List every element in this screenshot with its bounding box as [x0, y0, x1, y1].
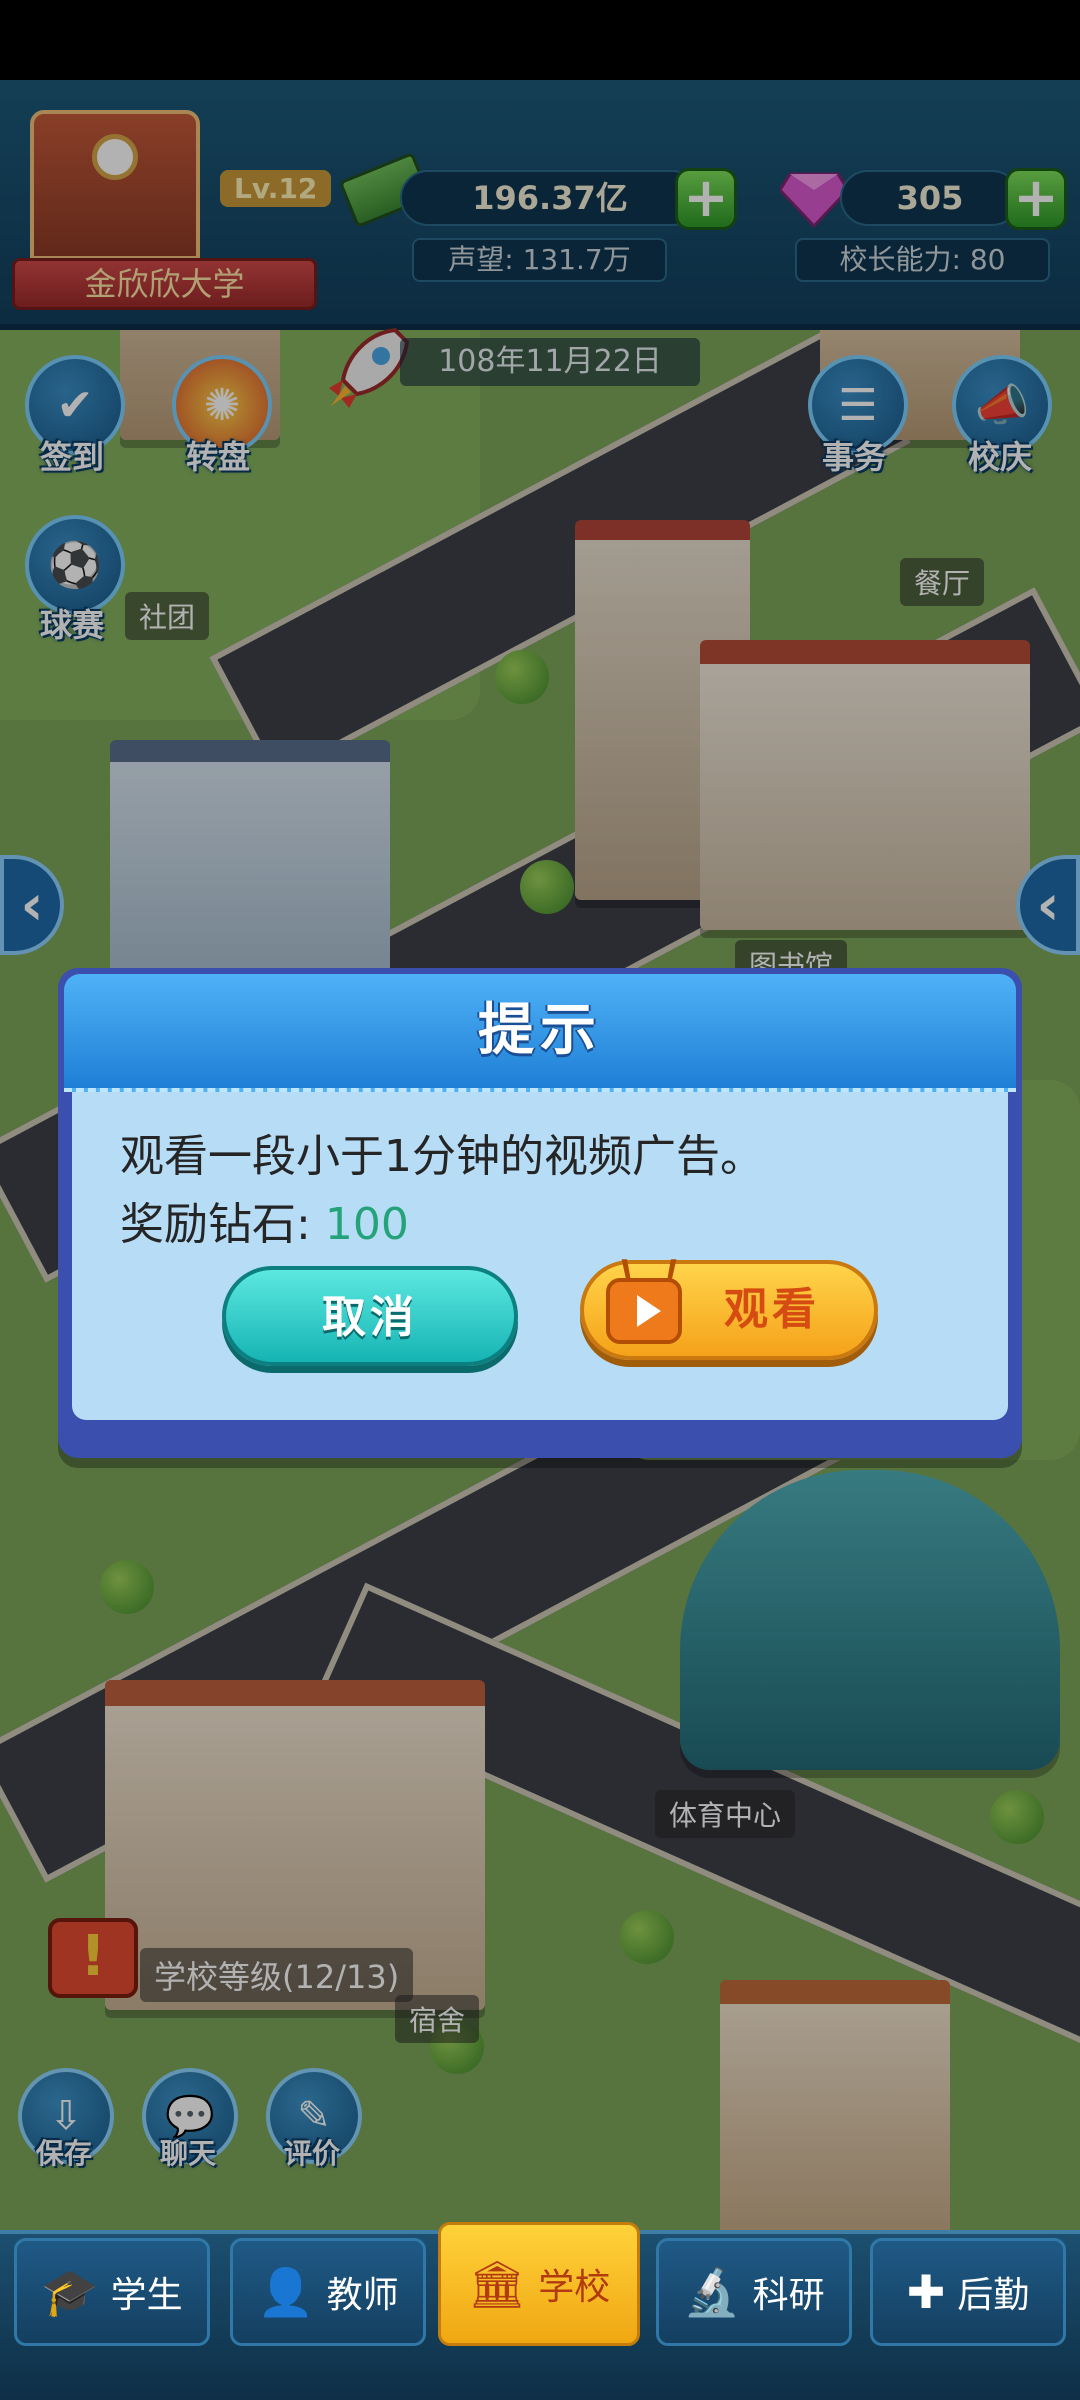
diamond-value: 305 — [840, 170, 1020, 226]
ad-reward-dialog: 提示 观看一段小于1分钟的视频广告。 奖励钻石: 100 取消 观看 — [58, 968, 1022, 1458]
tv-play-icon — [606, 1278, 682, 1344]
status-bar — [0, 0, 1080, 80]
game-date: 108年11月22日 — [400, 338, 700, 386]
dialog-body: 观看一段小于1分钟的视频广告。 奖励钻石: 100 取消 观看 — [72, 1092, 1008, 1420]
first-aid-kit-icon: ✚ — [906, 2265, 946, 2319]
nav-logistics-label: 后勤 — [957, 2275, 1030, 2316]
tree — [520, 860, 574, 914]
clock-icon — [92, 134, 138, 180]
reward-value: 100 — [324, 1199, 409, 1250]
dialog-message: 观看一段小于1分钟的视频广告。 — [120, 1131, 764, 1182]
tree — [990, 1790, 1044, 1844]
sign-in-label: 签到 — [40, 438, 105, 476]
megaphone-icon: 📣 — [974, 380, 1030, 431]
reward-label: 奖励钻石: — [120, 1199, 311, 1250]
nav-school[interactable]: 🏛 学校 — [438, 2222, 640, 2346]
clipboard-icon: ☰ — [838, 379, 878, 431]
mailbox-alert-icon[interactable]: ! — [48, 1918, 138, 1998]
watch-ad-button[interactable]: 观看 — [580, 1260, 878, 1360]
money-value: 196.37亿 — [400, 170, 700, 226]
nav-teachers-label: 教师 — [326, 2275, 399, 2316]
review-label: 评价 — [284, 2137, 341, 2170]
add-diamond-button[interactable]: + — [1005, 168, 1067, 230]
nav-research-label: 科研 — [752, 2275, 825, 2316]
nav-logistics[interactable]: ✚ 后勤 — [870, 2238, 1066, 2346]
school-building-icon: 🏛 — [467, 2256, 527, 2311]
teaching-building — [700, 640, 1030, 930]
nav-students-label: 学生 — [110, 2275, 183, 2316]
tree — [620, 1910, 674, 1964]
microscope-icon: 🔬 — [683, 2264, 741, 2319]
lab-building — [720, 1980, 950, 2230]
chat-label: 聊天 — [160, 2137, 217, 2170]
school-level-progress[interactable]: 学校等级(12/13) — [140, 1948, 414, 2002]
wheel-icon: ✺ — [203, 379, 241, 431]
nav-research[interactable]: 🔬 科研 — [656, 2238, 852, 2346]
school-level-badge: Lv.12 — [220, 170, 332, 207]
label-sports-center[interactable]: 体育中心 — [655, 1790, 796, 1838]
add-money-button[interactable]: + — [675, 168, 737, 230]
soccer-ball-icon: ⚽ — [47, 540, 103, 591]
cancel-button[interactable]: 取消 — [222, 1266, 518, 1366]
celebration-label: 校庆 — [968, 438, 1033, 476]
label-dormitory[interactable]: 宿舍 — [395, 1995, 480, 2043]
lucky-wheel-label: 转盘 — [186, 438, 251, 476]
graduation-cap-icon: 🎓 — [41, 2264, 99, 2319]
nav-school-label: 学校 — [538, 2267, 611, 2308]
tree — [100, 1560, 154, 1614]
tree — [495, 650, 549, 704]
calendar-check-icon: ✔ — [56, 379, 94, 431]
watch-ad-label: 观看 — [724, 1284, 820, 1335]
reputation-value: 声望: 131.7万 — [412, 238, 667, 282]
school-name[interactable]: 金欣欣大学 — [12, 258, 317, 310]
school-logo-icon[interactable] — [30, 110, 200, 260]
dialog-title: 提示 — [478, 998, 602, 1063]
principal-ability-value: 校长能力: 80 — [795, 238, 1050, 282]
nav-teachers[interactable]: 👤 教师 — [230, 2238, 426, 2346]
save-label: 保存 — [36, 2137, 93, 2170]
teacher-icon: 👤 — [257, 2264, 315, 2319]
dialog-header: 提示 — [64, 974, 1016, 1092]
match-label: 球赛 — [40, 606, 105, 644]
nav-students[interactable]: 🎓 学生 — [14, 2238, 210, 2346]
diamond-icon — [780, 172, 848, 228]
label-canteen[interactable]: 餐厅 — [900, 558, 985, 606]
affairs-label: 事务 — [822, 438, 887, 476]
reward-line: 奖励钻石: 100 — [120, 1188, 409, 1252]
label-club[interactable]: 社团 — [125, 592, 210, 640]
